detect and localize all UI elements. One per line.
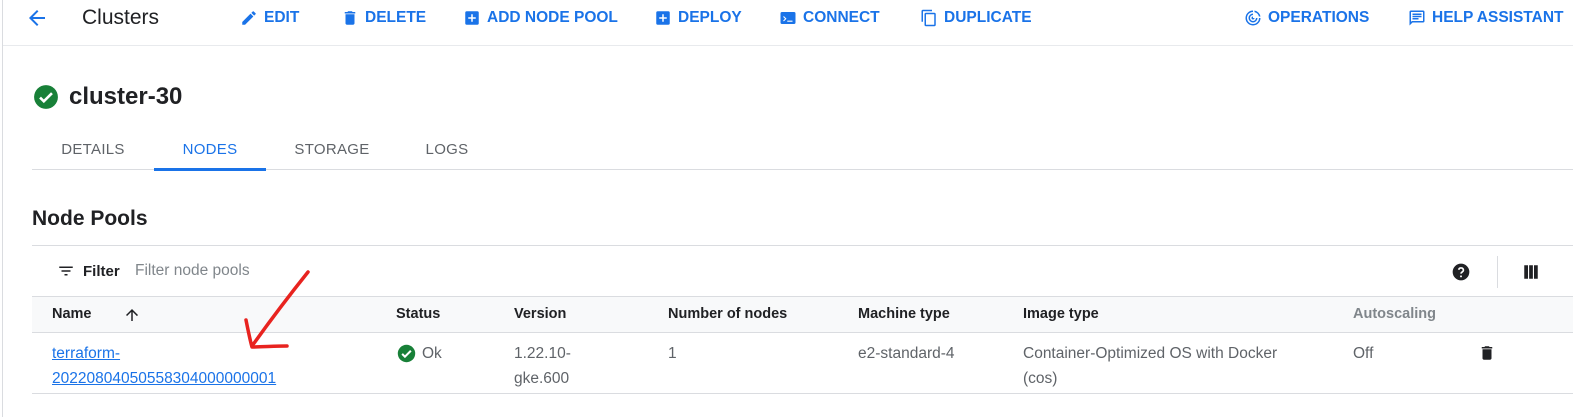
node-pool-name-line1[interactable]: terraform-	[52, 345, 120, 362]
filter-label: Filter	[83, 262, 120, 280]
image-type-line2: (cos)	[1023, 370, 1058, 387]
node-pools-heading: Node Pools	[32, 207, 148, 230]
sort-arrow-up-icon[interactable]	[123, 305, 141, 325]
cluster-header: cluster-30	[33, 83, 182, 111]
tab-logs[interactable]: LOGS	[398, 128, 496, 170]
back-arrow-icon[interactable]	[24, 6, 50, 30]
tab-storage[interactable]: STORAGE	[266, 128, 398, 170]
trash-icon	[344, 11, 356, 25]
column-header-autoscaling: Autoscaling	[1353, 306, 1436, 322]
connect-button[interactable]: CONNECT	[779, 7, 880, 29]
edit-label: EDIT	[264, 9, 300, 26]
cluster-name: cluster-30	[69, 83, 183, 110]
copy-icon	[921, 9, 936, 27]
add-box-icon	[656, 11, 670, 25]
table-header: Name Status Version Number of nodes Mach…	[32, 296, 1573, 333]
deploy-button[interactable]: DEPLOY	[654, 7, 742, 29]
check-circle-icon	[34, 85, 58, 109]
filter-list-icon	[59, 266, 73, 276]
column-display-icon[interactable]	[1522, 263, 1540, 281]
column-header-name[interactable]: Name	[52, 306, 138, 322]
delete-button[interactable]: DELETE	[341, 7, 426, 29]
status-cell: Ok	[397, 341, 442, 366]
pencil-icon	[242, 11, 256, 25]
terminal-icon	[780, 12, 796, 24]
toolbar-divider	[3, 45, 1573, 46]
image-type-cell: Container-Optimized OS with Docker (cos)	[1023, 341, 1277, 391]
add-node-pool-label: ADD NODE POOL	[487, 9, 618, 26]
top-toolbar: Clusters EDIT DELETE ADD NODE POOL DEPLO…	[0, 0, 1573, 36]
autoscaling-cell: Off	[1353, 345, 1374, 362]
filter-bar: Filter	[32, 245, 1573, 296]
version-line1: 1.22.10-	[514, 345, 571, 362]
help-assistant-label: HELP ASSISTANT	[1432, 9, 1564, 26]
edit-button[interactable]: EDIT	[240, 7, 299, 29]
check-circle-icon	[397, 344, 416, 363]
version-cell: 1.22.10- gke.600	[514, 341, 571, 391]
toolbar-separator	[1497, 256, 1498, 288]
operations-button[interactable]: OPERATIONS	[1244, 7, 1369, 29]
tab-bar: DETAILS NODES STORAGE LOGS	[32, 128, 1573, 171]
filter-button[interactable]: Filter	[57, 262, 120, 280]
status-text: Ok	[422, 345, 442, 362]
tab-nodes[interactable]: NODES	[154, 128, 266, 171]
chat-icon	[1409, 10, 1425, 26]
delete-row-icon[interactable]	[1478, 343, 1496, 363]
column-header-machine-type[interactable]: Machine type	[858, 306, 950, 322]
column-header-version[interactable]: Version	[514, 306, 566, 322]
page-title: Clusters	[82, 6, 160, 29]
operations-icon	[1245, 10, 1261, 26]
node-pool-name-link[interactable]: terraform- 20220804050558304000000001	[52, 341, 276, 391]
delete-label: DELETE	[365, 9, 427, 26]
node-pool-name-line2[interactable]: 20220804050558304000000001	[52, 370, 276, 387]
version-line2: gke.600	[514, 370, 570, 387]
nodes-cell: 1	[668, 345, 677, 362]
help-assistant-button[interactable]: HELP ASSISTANT	[1408, 7, 1563, 29]
tab-details[interactable]: DETAILS	[32, 128, 154, 170]
column-header-nodes[interactable]: Number of nodes	[668, 306, 787, 322]
left-border	[2, 0, 3, 417]
table-row: terraform- 20220804050558304000000001 Ok…	[32, 333, 1573, 394]
column-header-image-type[interactable]: Image type	[1023, 306, 1099, 322]
column-name-label: Name	[52, 306, 92, 322]
duplicate-button[interactable]: DUPLICATE	[920, 7, 1032, 29]
help-icon[interactable]	[1451, 262, 1471, 282]
filter-input[interactable]	[135, 260, 735, 282]
deploy-label: DEPLOY	[678, 9, 742, 26]
machine-type-cell: e2-standard-4	[858, 345, 955, 362]
operations-label: OPERATIONS	[1268, 9, 1370, 26]
add-box-icon	[465, 11, 479, 25]
add-node-pool-button[interactable]: ADD NODE POOL	[463, 7, 618, 29]
connect-label: CONNECT	[803, 9, 880, 26]
column-header-status[interactable]: Status	[396, 306, 440, 322]
image-type-line1: Container-Optimized OS with Docker	[1023, 345, 1278, 362]
duplicate-label: DUPLICATE	[944, 9, 1032, 26]
